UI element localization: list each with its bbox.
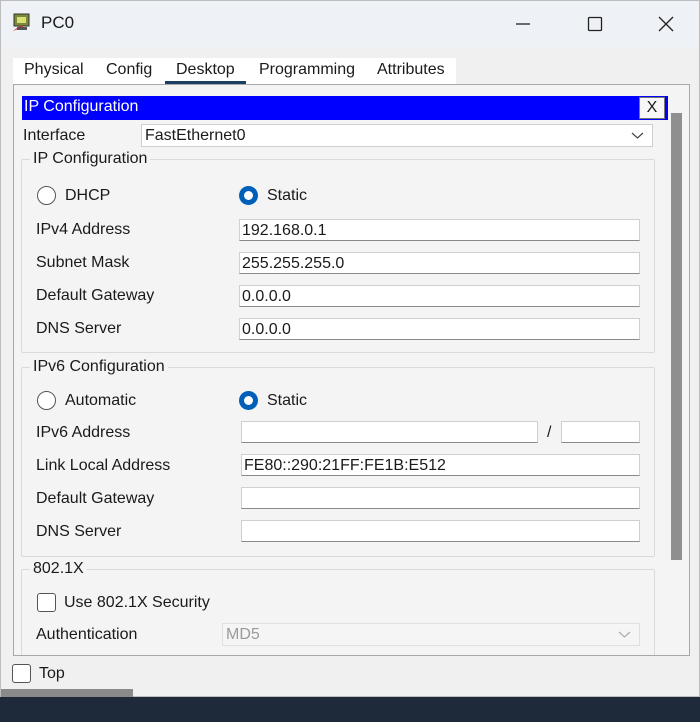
window-title: PC0 — [41, 13, 75, 32]
ipv6-dns-label: DNS Server — [36, 523, 122, 540]
ipv6-dns-field[interactable] — [241, 520, 640, 542]
use-8021x-label: Use 802.1X Security — [64, 594, 210, 611]
authentication-select[interactable]: MD5 — [222, 623, 640, 646]
ipv6-address-field[interactable] — [241, 421, 538, 443]
link-local-label: Link Local Address — [36, 457, 171, 474]
ipv6-address-label: IPv6 Address — [36, 424, 131, 441]
ipv4-static-radio[interactable] — [239, 186, 258, 205]
ipv4-static-label: Static — [267, 187, 308, 204]
chevron-down-icon — [618, 631, 631, 638]
desktop-panel: IP Configuration X Interface FastEtherne… — [13, 84, 690, 656]
ipv6-group-title: IPv6 Configuration — [30, 358, 168, 376]
ipv4-dns-label: DNS Server — [36, 320, 122, 337]
vertical-scrollbar[interactable] — [671, 113, 682, 560]
tab-programming[interactable]: Programming — [259, 61, 355, 79]
link-local-field[interactable]: FE80::290:21FF:FE1B:E512 — [241, 454, 640, 476]
subnet-mask-field[interactable]: 255.255.255.0 — [239, 252, 640, 274]
automatic-label: Automatic — [65, 392, 137, 409]
ipv6-static-radio[interactable] — [239, 391, 258, 410]
minimize-icon — [516, 23, 530, 25]
ipv4-gateway-field[interactable]: 0.0.0.0 — [239, 285, 640, 307]
dhcp-radio[interactable] — [37, 186, 56, 205]
ipv6-static-label: Static — [267, 392, 308, 409]
ipv4-address-label: IPv4 Address — [36, 221, 131, 238]
horizontal-scrollbar[interactable] — [1, 689, 133, 697]
tab-physical[interactable]: Physical — [24, 61, 84, 79]
header-title: IP Configuration — [24, 98, 139, 115]
title-bar[interactable]: PC0 — [1, 1, 699, 47]
tab-desktop[interactable]: Desktop — [176, 61, 235, 79]
close-app-button[interactable]: X — [639, 97, 665, 119]
maximize-button[interactable] — [572, 9, 618, 39]
dhcp-label: DHCP — [65, 187, 111, 204]
use-8021x-checkbox[interactable] — [37, 593, 56, 612]
ipv4-group-title: IP Configuration — [30, 150, 151, 168]
subnet-mask-label: Subnet Mask — [36, 254, 130, 271]
ipv4-gateway-label: Default Gateway — [36, 287, 155, 304]
top-checkbox[interactable] — [12, 664, 31, 683]
interface-select[interactable]: FastEthernet0 — [141, 124, 653, 147]
pc0-window: PC0 Physical Config Desktop Programming … — [0, 0, 700, 697]
tab-config[interactable]: Config — [106, 61, 152, 79]
prefix-slash: / — [547, 424, 552, 441]
minimize-button[interactable] — [500, 9, 546, 39]
top-label: Top — [39, 665, 65, 682]
authentication-value: MD5 — [226, 626, 260, 643]
close-icon — [658, 16, 674, 32]
ipv4-address-field[interactable]: 192.168.0.1 — [239, 219, 640, 241]
dot1x-group-title: 802.1X — [30, 560, 87, 578]
tab-attributes[interactable]: Attributes — [377, 61, 445, 79]
ipv4-dns-field[interactable]: 0.0.0.0 — [239, 318, 640, 340]
chevron-down-icon — [631, 132, 644, 139]
authentication-label: Authentication — [36, 626, 138, 643]
ipv6-gateway-field[interactable] — [241, 487, 640, 509]
automatic-radio[interactable] — [37, 391, 56, 410]
close-window-button[interactable] — [643, 9, 689, 39]
interface-label: Interface — [23, 127, 86, 144]
maximize-icon — [587, 16, 603, 32]
ip-config-header: IP Configuration X — [22, 96, 668, 120]
ipv6-gateway-label: Default Gateway — [36, 490, 155, 507]
interface-value: FastEthernet0 — [145, 127, 246, 144]
ipv6-prefix-field[interactable] — [561, 421, 640, 443]
pc-app-icon — [13, 13, 30, 31]
